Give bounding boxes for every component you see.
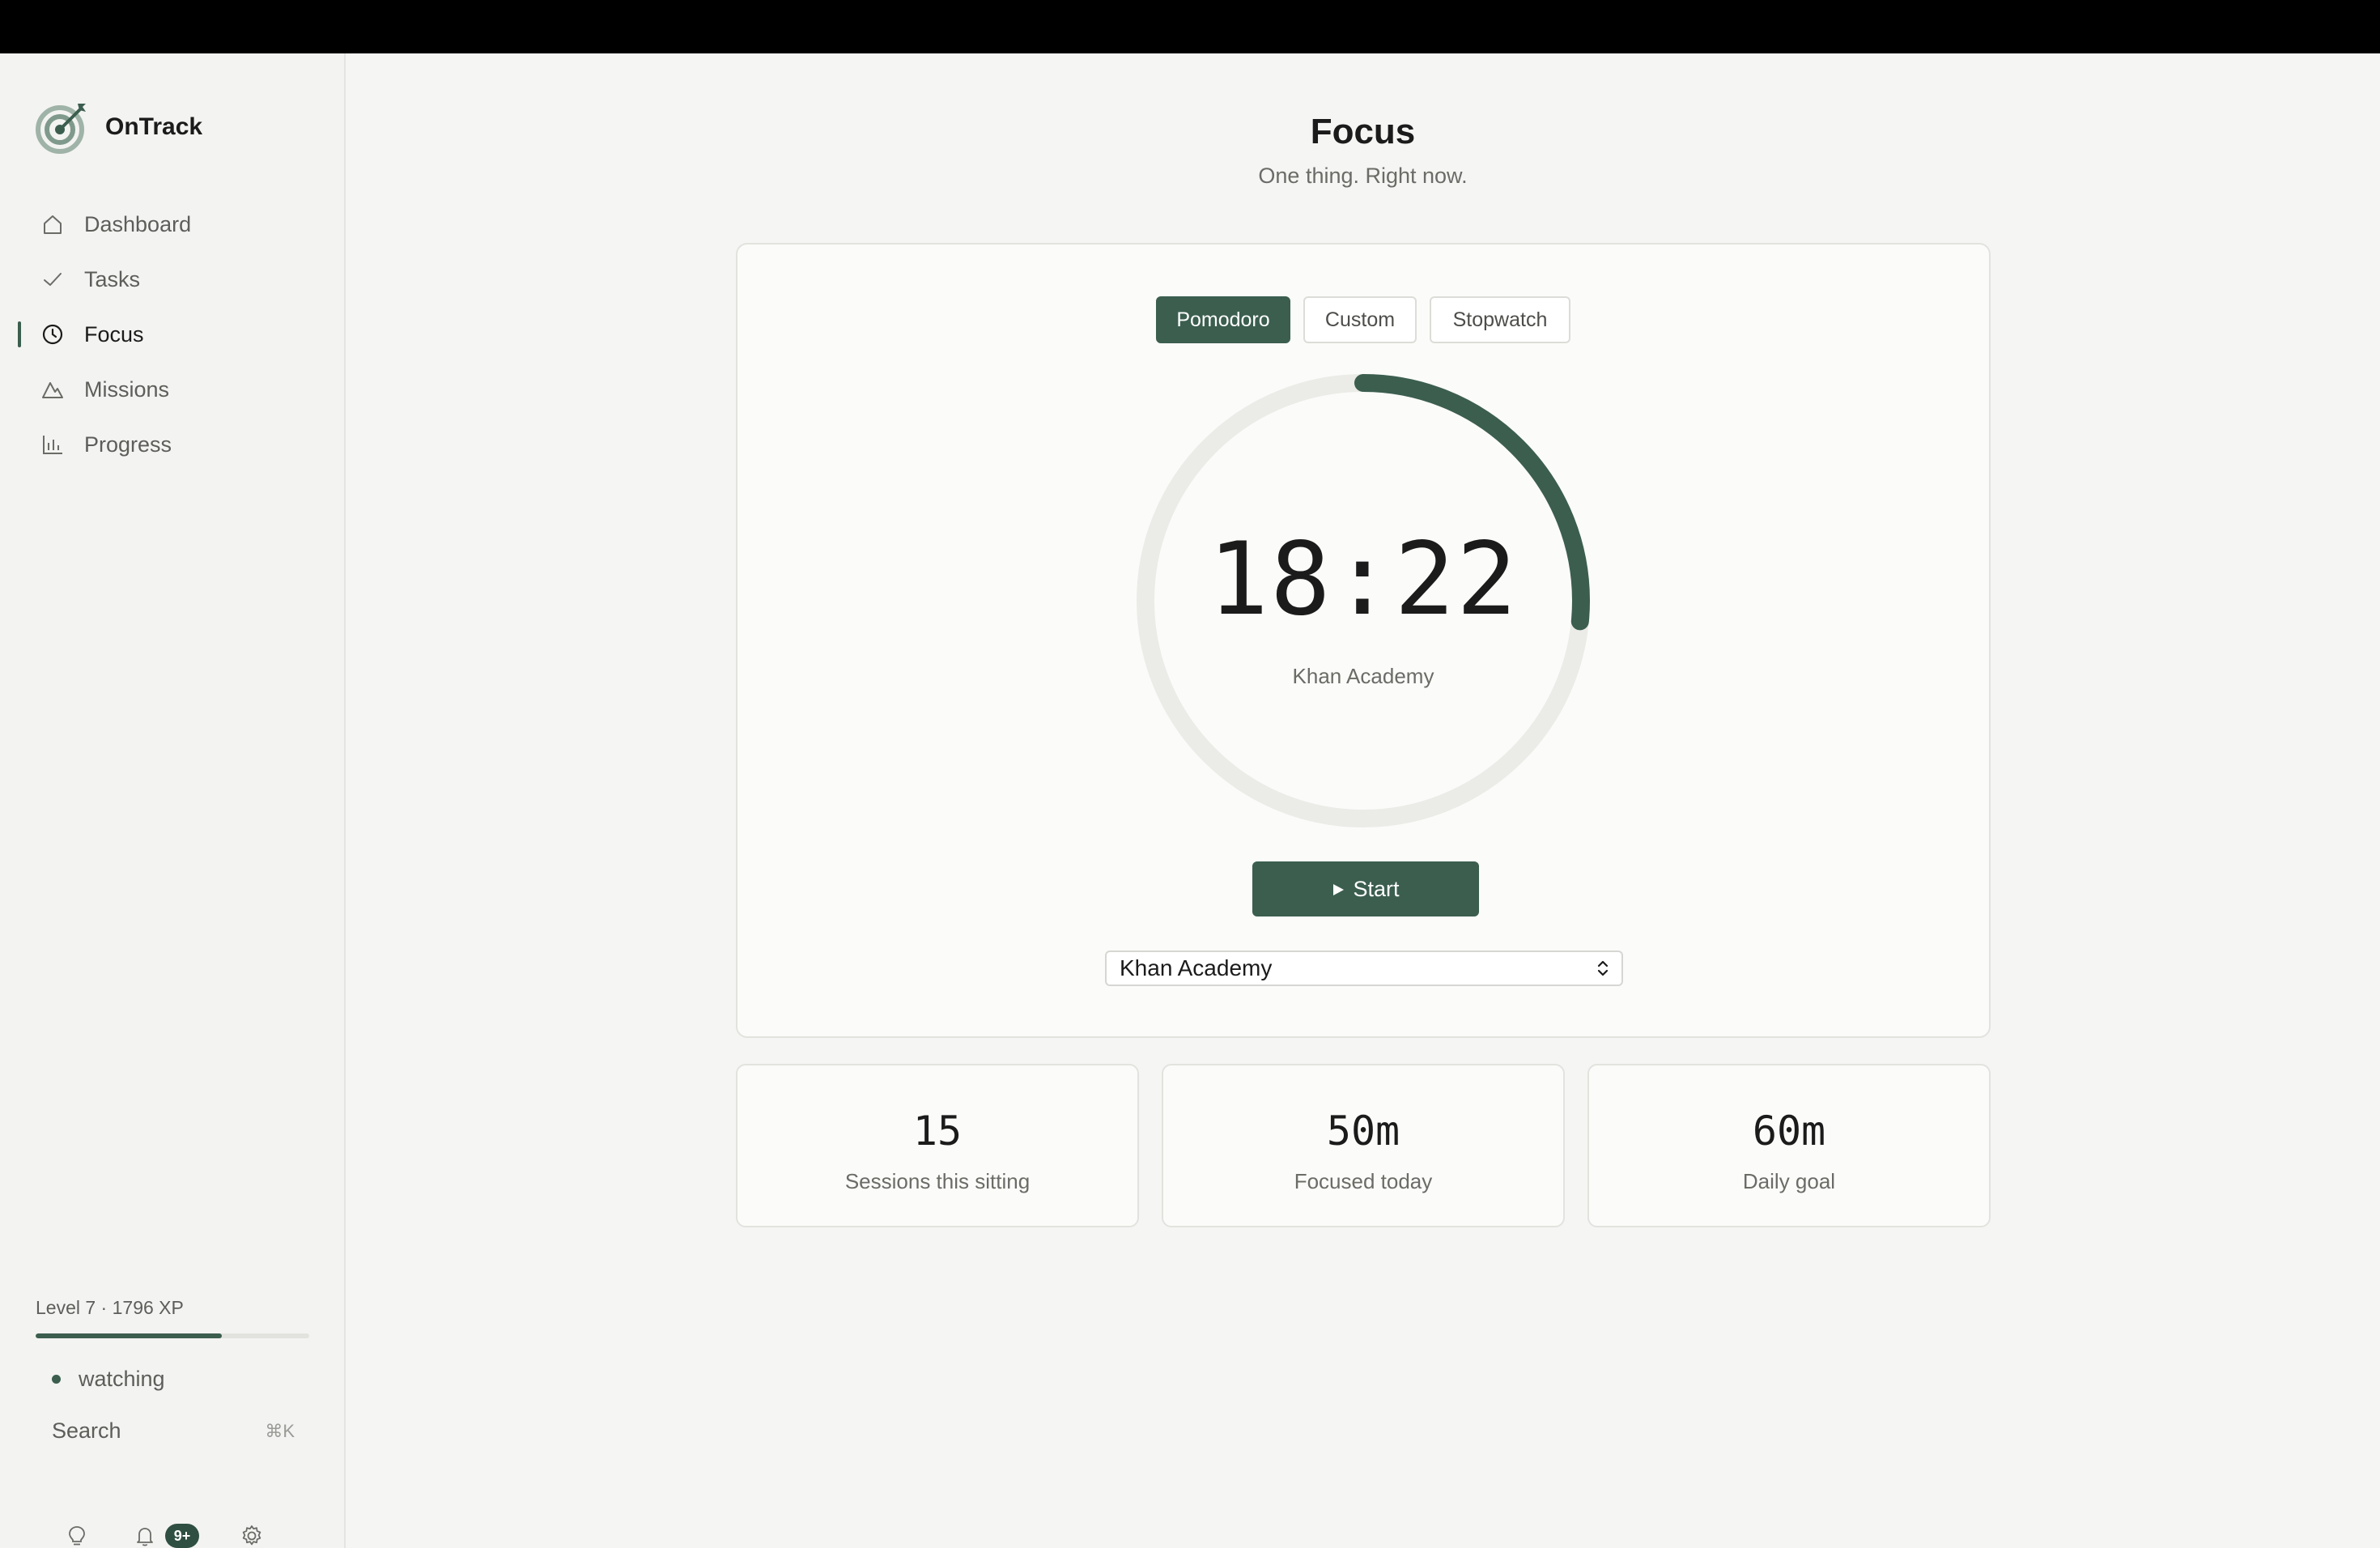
sidebar-nav: Dashboard Tasks Focus Missions Progress [0, 197, 344, 472]
stat-card-focused-today: 50m Focused today [1162, 1064, 1565, 1227]
sidebar-item-dashboard[interactable]: Dashboard [0, 197, 344, 252]
status-text: watching [79, 1367, 165, 1391]
sidebar-footer: 9+ [63, 1522, 266, 1548]
xp-progress-fill [36, 1333, 222, 1338]
sidebar-item-label: Missions [84, 376, 170, 402]
tab-stopwatch[interactable]: Stopwatch [1430, 296, 1570, 343]
stat-label: Daily goal [1742, 1169, 1836, 1193]
stat-value: 15 [912, 1108, 963, 1155]
status-dot-icon [52, 1375, 61, 1384]
tab-pomodoro[interactable]: Pomodoro [1156, 296, 1290, 343]
clock-icon [40, 322, 65, 347]
main-content: Focus One thing. Right now. Pomodoro Cus… [346, 53, 2380, 1548]
check-icon [40, 267, 65, 291]
sidebar-item-label: Focus [84, 321, 144, 347]
sidebar-item-tasks[interactable]: Tasks [0, 252, 344, 307]
level-label: Level 7 · 1796 XP [36, 1297, 184, 1318]
chevron-up-down-icon [1596, 957, 1610, 980]
stat-card-sessions: 15 Sessions this sitting [736, 1064, 1139, 1227]
sidebar-item-focus[interactable]: Focus [0, 307, 344, 362]
page-title: Focus [1310, 112, 1416, 151]
search-button[interactable]: Search ⌘K [52, 1418, 295, 1444]
mountain-icon [40, 377, 65, 402]
notification-badge[interactable]: 9+ [165, 1524, 199, 1548]
timer-display: 18:22 [1208, 521, 1519, 638]
task-select[interactable]: Khan Academy [1105, 950, 1623, 986]
search-label: Search [52, 1418, 121, 1443]
home-icon [40, 212, 65, 236]
stat-label: Focused today [1294, 1169, 1433, 1193]
sidebar-item-label: Tasks [84, 266, 141, 291]
task-select-value: Khan Academy [1120, 955, 1273, 980]
timer-task-label: Khan Academy [1292, 664, 1434, 688]
gear-icon[interactable] [238, 1522, 266, 1548]
start-button[interactable]: Start [1252, 861, 1479, 916]
xp-progress-bar [36, 1333, 309, 1338]
page-subtitle: One thing. Right now. [1258, 164, 1468, 188]
target-icon [36, 100, 89, 154]
tab-custom[interactable]: Custom [1303, 296, 1417, 343]
stat-label: Sessions this sitting [844, 1169, 1031, 1193]
status-indicator[interactable]: watching [52, 1367, 165, 1392]
sidebar-item-missions[interactable]: Missions [0, 362, 344, 417]
stat-card-daily-goal: 60m Daily goal [1587, 1064, 1991, 1227]
timer-card: Pomodoro Custom Stopwatch 18:22 Khan Aca… [736, 243, 1991, 1038]
stat-value: 50m [1326, 1108, 1400, 1155]
app-name: OnTrack [105, 113, 203, 140]
sidebar-item-progress[interactable]: Progress [0, 417, 344, 472]
bell-icon[interactable] [131, 1522, 159, 1548]
lightbulb-icon[interactable] [63, 1522, 91, 1548]
search-shortcut: ⌘K [265, 1420, 295, 1441]
stat-value: 60m [1752, 1108, 1826, 1155]
start-label: Start [1353, 876, 1400, 901]
play-icon [1332, 877, 1345, 902]
sidebar-item-label: Progress [84, 432, 172, 457]
sidebar: OnTrack Dashboard Tasks Focus Missions P… [0, 53, 346, 1548]
window-top-bar [0, 0, 2380, 53]
sidebar-item-label: Dashboard [84, 211, 192, 236]
brand[interactable]: OnTrack [36, 99, 202, 155]
timer-mode-tabs: Pomodoro Custom Stopwatch [737, 296, 1989, 343]
bar-chart-icon [40, 432, 65, 457]
